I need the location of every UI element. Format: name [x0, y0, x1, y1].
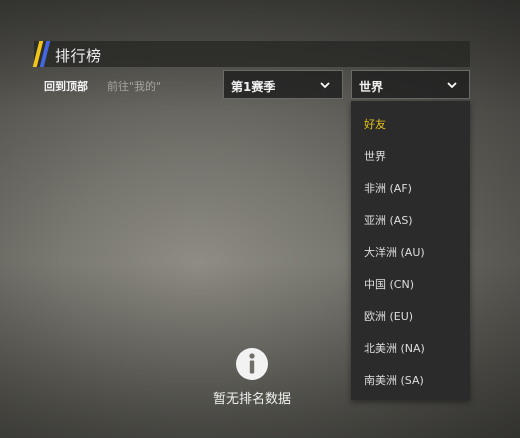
- region-select[interactable]: 世界: [351, 70, 470, 99]
- chevron-down-icon: [447, 82, 457, 89]
- back-to-top-link[interactable]: 回到顶部: [44, 78, 88, 94]
- info-icon: [236, 348, 268, 380]
- season-select-value: 第1赛季: [231, 80, 276, 94]
- empty-state-text: 暂无排名数据: [212, 392, 291, 407]
- region-option-eu[interactable]: 欧洲 (EU): [364, 308, 413, 324]
- region-option-au[interactable]: 大洋洲 (AU): [364, 244, 425, 260]
- region-option-as[interactable]: 亚洲 (AS): [364, 212, 413, 228]
- season-select[interactable]: 第1赛季: [223, 70, 343, 99]
- region-dropdown-menu: 好友 世界 非洲 (AF) 亚洲 (AS) 大洋洲 (AU) 中国 (CN) 欧…: [351, 101, 470, 400]
- page-title: 排行榜: [55, 47, 102, 65]
- region-option-world[interactable]: 世界: [364, 148, 386, 164]
- logo-stripes-icon: [32, 41, 51, 67]
- region-option-af[interactable]: 非洲 (AF): [364, 180, 412, 196]
- region-option-na[interactable]: 北美洲 (NA): [364, 340, 425, 356]
- region-option-friends[interactable]: 好友: [364, 116, 386, 132]
- region-select-value: 世界: [359, 80, 384, 94]
- chevron-down-icon: [320, 82, 330, 89]
- region-option-sa[interactable]: 南美洲 (SA): [364, 372, 424, 388]
- region-option-cn[interactable]: 中国 (CN): [364, 276, 414, 292]
- go-to-mine-link[interactable]: 前往"我的": [107, 78, 161, 94]
- leaderboard-header: 排行榜: [32, 41, 470, 67]
